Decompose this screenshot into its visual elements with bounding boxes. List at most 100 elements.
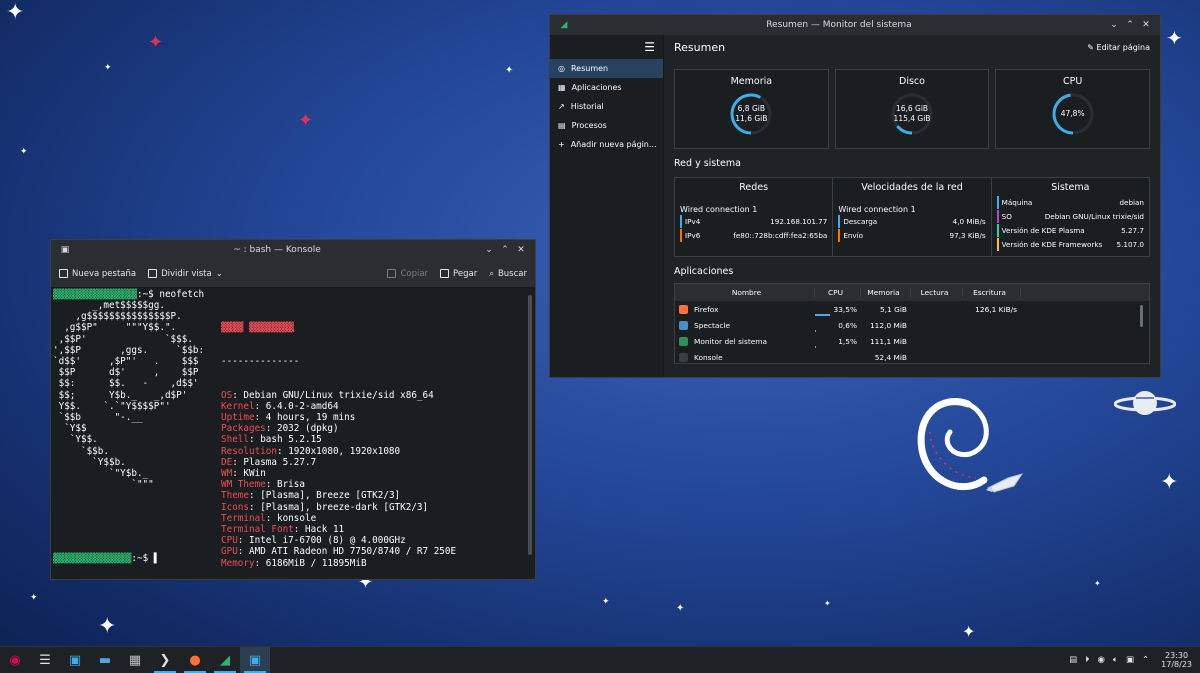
info-key: OS (221, 389, 233, 401)
app-icon (679, 352, 688, 362)
app-name: Spectacle (694, 320, 731, 330)
apps-table-scrollbar[interactable] (1140, 305, 1143, 327)
speeds-title: Velocidades de la red (861, 182, 963, 193)
wallpaper-star: ✦ (824, 599, 831, 608)
speeds-connection: Wired connection 1 (838, 205, 916, 214)
overview-cards: Memoria 6,8 GiB 11,6 GiB Disco 16,6 GiB 115,4… (674, 69, 1151, 149)
overview-card[interactable]: CPU 47,8% (995, 69, 1151, 149)
taskbar-item[interactable]: ◢ (210, 647, 240, 673)
prompt-line-2: ▓▓▓▓▓▓▓▓▓▓▓▓▓▓:~$ ▌ (53, 553, 160, 564)
maximize-icon[interactable]: ⌃ (497, 245, 513, 255)
copy-button[interactable]: Copiar (387, 269, 428, 279)
info-row: Versión de KDE Plasma 5.27.7 (996, 224, 1144, 237)
volume-icon[interactable]: 🔈︎ (1113, 655, 1118, 665)
table-row[interactable]: Konsole 52,4 MiB (675, 349, 1149, 363)
sysmon-titlebar[interactable]: ◢ Resumen — Monitor del sistema ⌄ ⌃ ✕ (550, 15, 1160, 35)
overview-card[interactable]: Disco 16,6 GiB 115,4 GiB (834, 69, 990, 149)
media-player-icon[interactable]: ⏵ (1085, 655, 1089, 665)
info-colon: : (232, 456, 244, 468)
row-value: debian (1119, 198, 1144, 207)
taskbar-item[interactable]: ◉ (0, 647, 30, 673)
taskbar-item[interactable]: ▬ (90, 647, 120, 673)
minimize-icon[interactable]: ⌄ (1106, 20, 1122, 30)
debian-ascii-logo: _,met$$$$$gg. ,g$$$$$$$$$$$$$$$P. ,g$$P"… (53, 300, 205, 491)
user-host-header: ▓▓▓▓ ▓▓▓▓▓▓▓▓ (221, 322, 294, 334)
column-header[interactable]: Nombre (675, 288, 815, 297)
column-header[interactable]: Lectura (911, 288, 963, 297)
wallpaper-star: ✦ (104, 63, 112, 73)
main-content: Resumen ✎ Editar página Memoria 6,8 GiB 11… (664, 35, 1160, 377)
apps-table[interactable]: Nombre CPU Memoria Lectura Escritura Firefox… (674, 283, 1150, 364)
edit-page-label: Editar página (1096, 42, 1150, 52)
overview-card[interactable]: Memoria 6,8 GiB 11,6 GiB (674, 69, 829, 149)
close-icon[interactable]: ✕ (1138, 20, 1154, 30)
sidebar-item[interactable]: ↗ Historial (550, 97, 663, 116)
taskbar-item[interactable]: ▣ (60, 647, 90, 673)
terminal-scrollbar[interactable] (528, 295, 532, 555)
sidebar-item[interactable]: ▦ Aplicaciones (550, 78, 663, 97)
info-row: IPv6 fe80::728b:cdff:fea2:65ba (680, 229, 827, 242)
info-value: 4 hours, 19 mins (265, 412, 356, 424)
table-row[interactable]: Firefox 33,5% 5,1 GiB 126,1 KiB/s (675, 301, 1149, 317)
sidebar-item[interactable]: ▤ Procesos (550, 116, 663, 135)
konsole-titlebar[interactable]: ▣ ~ : bash — Konsole ⌄ ⌃ ✕ (51, 240, 535, 260)
clipboard-icon[interactable]: ▤ (1069, 655, 1077, 665)
table-row[interactable]: Spectacle 0,6% 112,0 MiB (675, 317, 1149, 333)
konsole-toolbar: Nueva pestaña Dividir vista ⌄ Copiar Peg… (51, 260, 535, 288)
sidebar-item[interactable]: + Añadir nueva págin... (550, 135, 663, 154)
konsole-window[interactable]: ▣ ~ : bash — Konsole ⌄ ⌃ ✕ Nueva pestaña… (50, 239, 536, 580)
sidebar-item-label: Resumen (570, 64, 609, 73)
taskbar-item[interactable]: ❯ (150, 647, 180, 673)
digital-clock[interactable]: 23:30 17/8/23 (1161, 651, 1192, 669)
split-view-button[interactable]: Dividir vista ⌄ (148, 269, 223, 279)
new-tab-button[interactable]: Nueva pestaña (59, 269, 136, 279)
row-label: Versión de KDE Plasma (1001, 226, 1085, 235)
info-value: 1920x1080, 1920x1080 (288, 445, 401, 457)
info-line: Theme: [Plasma], Breeze [GTK2/3] (221, 490, 456, 501)
maximize-icon[interactable]: ⌃ (1122, 20, 1138, 30)
info-key: Uptime (221, 412, 255, 424)
gauge-value: 47,8% (1060, 109, 1085, 118)
column-header[interactable]: CPU (815, 288, 861, 297)
taskbar-item[interactable]: ▣ (240, 647, 270, 673)
taskbar-item[interactable]: ● (180, 647, 210, 673)
firefox-icon: ● (189, 652, 201, 668)
taskbar-item[interactable]: ▦ (120, 647, 150, 673)
minimize-icon[interactable]: ⌄ (481, 245, 497, 255)
taskbar-item[interactable]: ☰ (30, 647, 60, 673)
table-row[interactable]: Monitor del sistema 1,5% 111,1 MiB (675, 333, 1149, 349)
system-monitor-app-icon[interactable]: ◢ (556, 20, 572, 30)
neofetch-info: ▓▓▓▓ ▓▓▓▓▓▓▓▓ -------------- OS: Debian … (221, 300, 456, 579)
info-value: 6186MiB / 11895MiB (265, 557, 367, 569)
updates-icon[interactable]: ◉ (1097, 655, 1104, 665)
search-button[interactable]: ⌕ Buscar (489, 269, 527, 279)
network-icon[interactable]: ▣ (1126, 655, 1134, 665)
column-header[interactable]: Escritura (963, 288, 1021, 297)
terminal-output[interactable]: ▓▓▓▓▓▓▓▓▓▓▓▓▓▓▓:~$ neofetch _,met$$$$$gg… (51, 288, 525, 579)
expand-tray-icon[interactable]: ⌃ (1142, 655, 1149, 665)
row-value: Debian GNU/Linux trixie/sid (1044, 212, 1144, 221)
spectacle-icon: ▣ (248, 652, 262, 668)
info-colon: : (249, 490, 261, 502)
info-line: OS: Debian GNU/Linux trixie/sid x86_64 (221, 390, 456, 401)
sidebar-item[interactable]: ◎ Resumen (550, 59, 663, 78)
row-value: 5.27.7 (1121, 226, 1144, 235)
prompt-line: ▓▓▓▓▓▓▓▓▓▓▓▓▓▓▓:~$ neofetch (53, 289, 205, 300)
info-value: Debian GNU/Linux trixie/sid x86_64 (243, 389, 434, 401)
info-line: Icons: [Plasma], breeze-dark [GTK2/3] (221, 502, 456, 513)
info-line: Terminal: konsole (221, 513, 456, 524)
column-header[interactable]: Memoria (861, 288, 911, 297)
close-icon[interactable]: ✕ (513, 245, 529, 255)
row-value: fe80::728b:cdff:fea2:65ba (733, 231, 828, 240)
info-colon: : (254, 557, 266, 569)
info-line: Memory: 6186MiB / 11895MiB (221, 558, 456, 569)
gauge-total: 11,6 GiB (735, 114, 768, 123)
konsole-app-icon[interactable]: ▣ (57, 245, 73, 255)
info-line: Shell: bash 5.2.15 (221, 434, 456, 445)
paste-button[interactable]: Pegar (440, 269, 477, 279)
hamburger-menu-icon[interactable]: ☰ (550, 35, 663, 59)
info-colon: : (265, 479, 277, 491)
system-monitor-window[interactable]: ◢ Resumen — Monitor del sistema ⌄ ⌃ ✕ ☰ … (549, 14, 1161, 378)
edit-page-button[interactable]: ✎ Editar página (1087, 43, 1150, 52)
info-value: [Plasma], breeze-dark [GTK2/3] (260, 501, 429, 513)
